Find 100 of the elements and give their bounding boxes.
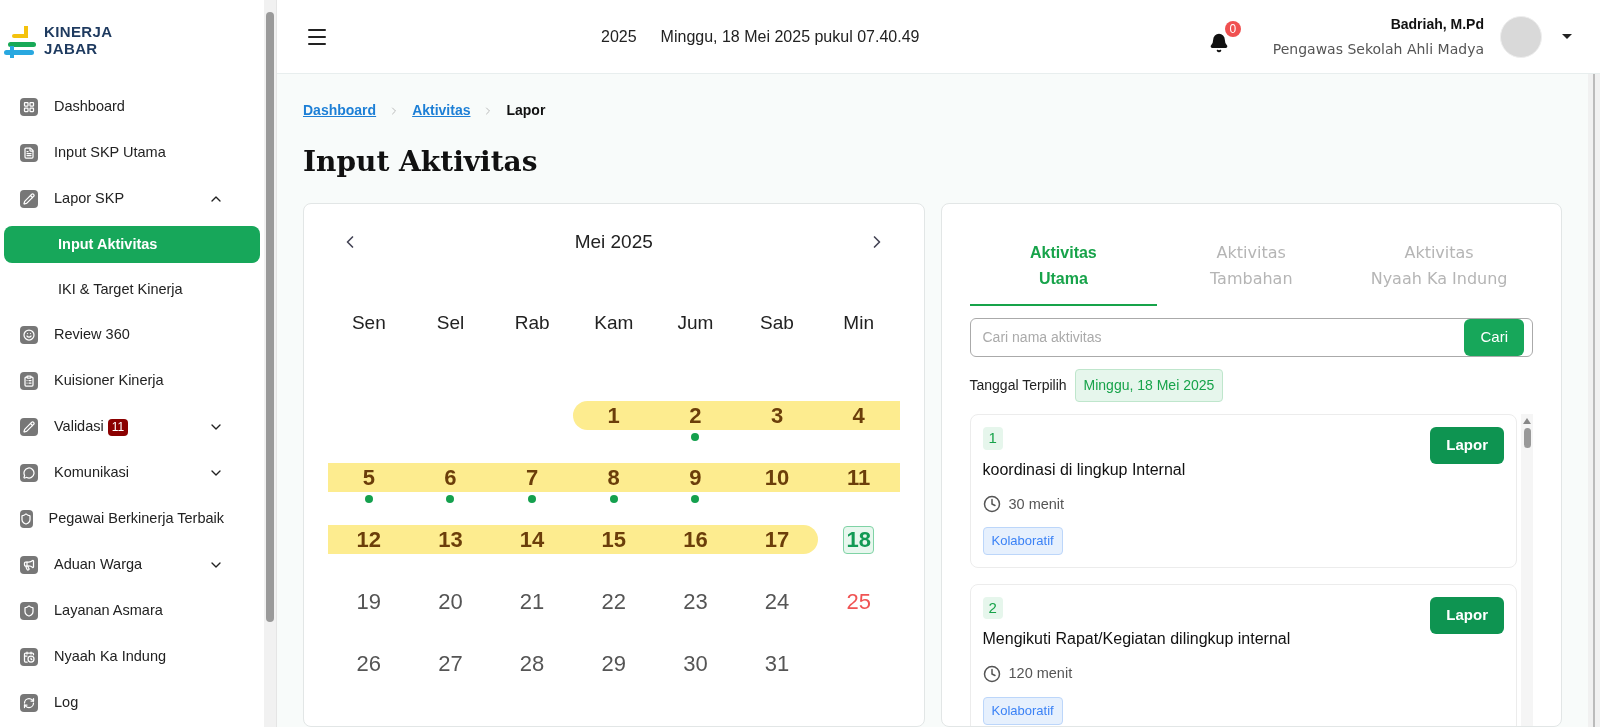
selected-date-label: Tanggal Terpilih (969, 376, 1067, 395)
highlighted-day[interactable]: 1 (572, 401, 655, 430)
notification-button[interactable]: 0 (1208, 20, 1241, 53)
sidebar-item[interactable]: Pegawai Berkinerja Terbaik (0, 496, 264, 542)
sidebar-item[interactable]: Komunikasi (0, 450, 264, 496)
sidebar-item[interactable]: Layanan Asmara (0, 588, 264, 634)
document-icon (20, 144, 38, 162)
activity-tag: Kolaboratif (982, 697, 1063, 725)
sidebar-label: Review 360 (54, 325, 130, 345)
scrollbar[interactable] (1588, 74, 1600, 727)
highlighted-day[interactable]: 6 (409, 463, 492, 492)
calendar-day[interactable]: 31 (736, 649, 818, 678)
user-name: Badriah, M.Pd (1390, 14, 1484, 34)
highlighted-day[interactable]: 10 (736, 463, 818, 492)
breadcrumb-link[interactable]: Dashboard (303, 100, 377, 121)
weekday-label: Jum (677, 310, 714, 335)
calendar-day[interactable]: 28 (491, 649, 573, 678)
calendar-day[interactable]: 23 (654, 587, 737, 616)
scrollbar-thumb[interactable] (1593, 74, 1595, 727)
grid-icon (20, 98, 38, 116)
calendar-day[interactable]: 29 (572, 649, 655, 678)
sidebar-item[interactable]: Input SKP Utama (0, 130, 264, 176)
activity-number: 2 (982, 596, 1003, 620)
activity-number: 1 (982, 427, 1003, 450)
caret-icon[interactable] (1562, 34, 1572, 39)
sidebar-item[interactable]: Lapor SKP (0, 176, 264, 222)
scrollbar[interactable] (1521, 414, 1533, 726)
report-button[interactable]: Lapor (1430, 596, 1504, 634)
sidebar-label: Log (54, 693, 79, 713)
scrollbar-thumb[interactable] (266, 12, 274, 622)
sidebar-label: Nyaah Ka Indung (54, 647, 167, 667)
page-title: Input Aktivitas (303, 144, 539, 180)
activity-title: Mengikuti Rapat/Kegiatan dilingkup internal (982, 629, 1291, 650)
calendar-day[interactable]: 20 (409, 587, 492, 616)
sidebar-item[interactable]: Validasi 11 (0, 404, 264, 450)
sidebar-item[interactable]: Dashboard (0, 84, 264, 130)
highlighted-day[interactable]: 11 (817, 463, 900, 492)
calendar-day[interactable]: 27 (409, 649, 492, 678)
highlighted-day[interactable]: 2 (654, 401, 737, 430)
highlighted-day[interactable]: 7 (491, 463, 573, 492)
sidebar-label: Lapor SKP (54, 189, 125, 209)
sidebar-label: Komunikasi (54, 463, 129, 483)
highlighted-day[interactable]: 12 (328, 525, 410, 554)
sidebar-item[interactable]: Review 360 (0, 312, 264, 358)
calendar-day[interactable]: 24 (736, 587, 818, 616)
calendar-day[interactable]: 26 (328, 649, 410, 678)
scrollbar[interactable] (264, 0, 276, 727)
highlighted-day[interactable]: 3 (736, 401, 818, 430)
sidebar-label: Dashboard (54, 97, 125, 117)
activity-title: koordinasi di lingkup Internal (982, 459, 1186, 480)
breadcrumb-current: Lapor (506, 101, 546, 120)
weekday-label: Sab (760, 310, 794, 335)
weekday-label: Rab (514, 310, 550, 335)
sidebar-item[interactable]: Kuisioner Kinerja (0, 358, 264, 404)
sidebar-item[interactable]: Log (0, 680, 264, 726)
scroll-up-icon[interactable] (1523, 418, 1531, 424)
highlighted-day[interactable]: 9 (654, 463, 737, 492)
highlighted-day[interactable]: 13 (409, 525, 492, 554)
clock-icon (982, 665, 1001, 684)
sidebar-label: Layanan Asmara (54, 601, 163, 621)
sidebar-label: Aduan Warga (54, 555, 143, 575)
highlighted-day[interactable]: 8 (572, 463, 655, 492)
user-role: Pengawas Sekolah Ahli Madya (1272, 39, 1484, 59)
highlighted-day[interactable]: 17 (736, 525, 818, 554)
highlighted-day[interactable]: 14 (491, 525, 573, 554)
clipboard-icon (20, 372, 38, 390)
calendar-month: Mei 2025 (574, 230, 653, 254)
highlighted-day[interactable]: 16 (654, 525, 737, 554)
sidebar-item[interactable]: Nyaah Ka Indung (0, 634, 264, 680)
calendar-day[interactable]: 19 (328, 587, 410, 616)
avatar[interactable] (1500, 15, 1542, 58)
shield-icon (20, 510, 33, 528)
logo-text: JABAR (44, 40, 99, 57)
calendar-day[interactable]: 30 (654, 649, 737, 678)
duration-text: 30 menit (1008, 494, 1065, 514)
count-badge: 11 (107, 418, 129, 436)
sidebar-subitem[interactable]: IKI & Target Kinerja (4, 271, 260, 308)
calendar-day[interactable]: 21 (491, 587, 573, 616)
selected-date-badge: Minggu, 18 Mei 2025 (1074, 369, 1224, 402)
pencil-icon (20, 418, 38, 436)
megaphone-icon (20, 556, 38, 574)
report-button[interactable]: Lapor (1430, 427, 1504, 464)
smiley-icon (20, 326, 38, 344)
scrollbar-thumb[interactable] (1523, 428, 1531, 448)
bell-icon (1208, 32, 1229, 53)
breadcrumb-link[interactable]: Aktivitas (412, 100, 471, 121)
chat-bubble-icon (20, 464, 38, 482)
logo-text: KINERJA (44, 23, 113, 40)
highlighted-day[interactable]: 4 (817, 401, 900, 430)
refresh-icon (20, 694, 38, 712)
highlighted-day[interactable]: 15 (572, 525, 655, 554)
activity-tag: Kolaboratif (982, 527, 1063, 555)
highlighted-day[interactable]: 5 (328, 463, 410, 492)
sidebar-label: Validasi (54, 417, 104, 437)
header-year: 2025 (601, 26, 637, 47)
pencil-icon (20, 190, 38, 208)
sidebar-item[interactable]: Aduan Warga (0, 542, 264, 588)
sidebar-label: Input SKP Utama (54, 143, 166, 163)
shield-icon (20, 602, 38, 620)
calendar-day[interactable]: 22 (572, 587, 655, 616)
